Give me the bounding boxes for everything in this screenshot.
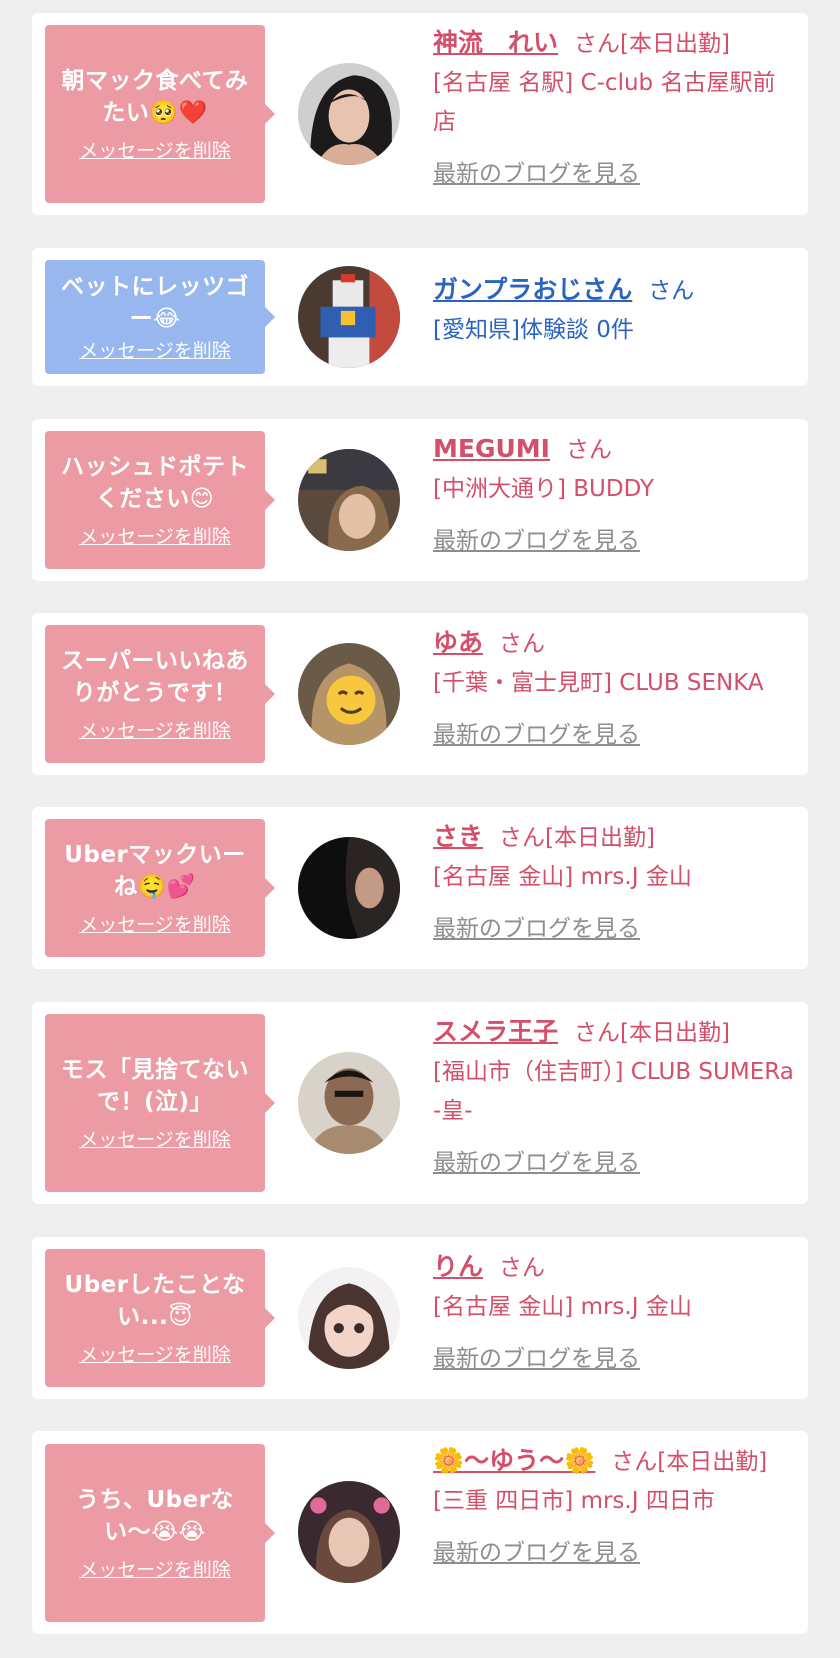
avatar[interactable] [298, 1052, 400, 1154]
list-item: うち、Uberない〜😭😭 メッセージを削除 🌼〜ゆう〜🌼 さん[本日出勤] [三重… [32, 1431, 808, 1634]
message-bubble: ハッシュドポテトください😊 メッセージを削除 [45, 431, 275, 569]
shop-text: [三重 四日市] mrs.J 四日市 [433, 1488, 715, 1514]
woman-dark-hair-avatar [298, 63, 400, 165]
blog-link[interactable]: 最新のブログを見る [433, 1144, 795, 1183]
message-bubble: 朝マック食べてみたい🥺❤️ メッセージを削除 [45, 25, 275, 203]
list-item: 朝マック食べてみたい🥺❤️ メッセージを削除 神流 れい さん[本日出勤] [名古… [32, 13, 808, 215]
message-text: ハッシュドポテトください😊 [61, 454, 249, 512]
delete-message-link[interactable]: メッセージを削除 [79, 913, 231, 937]
avatar[interactable] [298, 449, 400, 551]
profile-info: りん さん [名古屋 金山] mrs.J 金山 最新のブログを見る [433, 1247, 795, 1379]
shop-text: [名古屋 名駅] C-club 名古屋駅前店 [433, 70, 776, 135]
name-suffix: さん [648, 278, 695, 304]
profile-name-link[interactable]: ゆあ [433, 628, 483, 657]
name-suffix: さん[本日出勤] [611, 1449, 768, 1475]
blog-link[interactable]: 最新のブログを見る [433, 155, 795, 194]
smiley-face-avatar [298, 643, 400, 745]
delete-message-link[interactable]: メッセージを削除 [79, 1558, 231, 1582]
avatar[interactable] [298, 643, 400, 745]
shop-text: [愛知県]体験談 0件 [433, 317, 634, 343]
profile-info: ガンプラおじさん さん [愛知県]体験談 0件 [433, 270, 795, 350]
list-item: モス「見捨てないで！(泣)」 メッセージを削除 スメラ王子 さん[本日出勤] [福… [32, 1002, 808, 1204]
profile-info: ゆあ さん [千葉・富士見町] CLUB SENKA 最新のブログを見る [433, 623, 795, 755]
shop-text: [中洲大通り] BUDDY [433, 476, 655, 502]
message-bubble: スーパーいいねありがとうです！ メッセージを削除 [45, 625, 275, 763]
avatar[interactable] [298, 266, 400, 368]
name-suffix: さん[本日出勤] [499, 825, 655, 851]
list-item: スーパーいいねありがとうです！ メッセージを削除 ゆあ さん [千葉・富士見町] … [32, 613, 808, 775]
dark-profile-avatar [298, 837, 400, 939]
name-suffix: さん [499, 631, 546, 657]
profile-info: 神流 れい さん[本日出勤] [名古屋 名駅] C-club 名古屋駅前店 最新の… [433, 23, 795, 194]
shop-text: [福山市（住吉町）] CLUB SUMERa -皇- [433, 1059, 794, 1124]
blog-link[interactable]: 最新のブログを見る [433, 910, 795, 949]
avatar[interactable] [298, 63, 400, 165]
shop-text: [名古屋 金山] mrs.J 金山 [433, 1294, 692, 1320]
robot-figure-avatar [298, 266, 400, 368]
woman-bangs-avatar [298, 1267, 400, 1369]
blog-link[interactable]: 最新のブログを見る [433, 522, 795, 561]
shop-text: [千葉・富士見町] CLUB SENKA [433, 670, 764, 696]
delete-message-link[interactable]: メッセージを削除 [79, 719, 231, 743]
list-item: Uberマックいーね🤤💕 メッセージを削除 さき さん[本日出勤] [名古屋 金山… [32, 807, 808, 969]
message-text: スーパーいいねありがとうです！ [61, 648, 249, 706]
message-text: ベットにレッツゴー😂 [61, 274, 249, 332]
samurai-figure-avatar [298, 1052, 400, 1154]
profile-name-link[interactable]: りん [433, 1252, 483, 1281]
profile-name-link[interactable]: スメラ王子 [433, 1017, 558, 1046]
message-text: モス「見捨てないで！(泣)」 [61, 1057, 249, 1115]
blog-link[interactable]: 最新のブログを見る [433, 1340, 795, 1379]
delete-message-link[interactable]: メッセージを削除 [79, 1128, 231, 1152]
name-suffix: さん [565, 437, 612, 463]
delete-message-link[interactable]: メッセージを削除 [79, 1343, 231, 1367]
profile-name-link[interactable]: さき [433, 822, 483, 851]
list-item: Uberしたことない...😇 メッセージを削除 りん さん [名古屋 金山] mr… [32, 1237, 808, 1399]
message-text: Uberしたことない...😇 [64, 1272, 246, 1330]
list-item: ベットにレッツゴー😂 メッセージを削除 ガンプラおじさん さん [愛知県]体験談 … [32, 248, 808, 386]
blog-link[interactable]: 最新のブログを見る [433, 1534, 795, 1573]
name-suffix: さん[本日出勤] [574, 1020, 730, 1046]
delete-message-link[interactable]: メッセージを削除 [79, 139, 231, 163]
delete-message-link[interactable]: メッセージを削除 [79, 339, 231, 363]
name-suffix: さん [499, 1255, 546, 1281]
profile-name-link[interactable]: MEGUMI [433, 434, 550, 463]
profile-info: 🌼〜ゆう〜🌼 さん[本日出勤] [三重 四日市] mrs.J 四日市 最新のブログ… [433, 1441, 795, 1573]
avatar[interactable] [298, 1481, 400, 1583]
list-item: ハッシュドポテトください😊 メッセージを削除 MEGUMI さん [中洲大通り] … [32, 419, 808, 581]
woman-selfie-avatar [298, 449, 400, 551]
message-bubble: モス「見捨てないで！(泣)」 メッセージを削除 [45, 1014, 275, 1192]
avatar[interactable] [298, 837, 400, 939]
message-text: 朝マック食べてみたい🥺❤️ [61, 68, 249, 126]
name-suffix: さん[本日出勤] [574, 31, 730, 57]
profile-name-link[interactable]: 🌼〜ゆう〜🌼 [433, 1446, 595, 1475]
profile-name-link[interactable]: ガンプラおじさん [433, 275, 632, 304]
shop-text: [名古屋 金山] mrs.J 金山 [433, 864, 692, 890]
message-list: 朝マック食べてみたい🥺❤️ メッセージを削除 神流 れい さん[本日出勤] [名古… [0, 0, 840, 1658]
message-bubble: うち、Uberない〜😭😭 メッセージを削除 [45, 1444, 275, 1622]
profile-info: スメラ王子 さん[本日出勤] [福山市（住吉町）] CLUB SUMERa -皇-… [433, 1012, 795, 1183]
woman-filter-avatar [298, 1481, 400, 1583]
profile-info: MEGUMI さん [中洲大通り] BUDDY 最新のブログを見る [433, 429, 795, 561]
blog-link[interactable]: 最新のブログを見る [433, 716, 795, 755]
delete-message-link[interactable]: メッセージを削除 [79, 525, 231, 549]
message-bubble: Uberマックいーね🤤💕 メッセージを削除 [45, 819, 275, 957]
message-text: うち、Uberない〜😭😭 [75, 1487, 235, 1545]
message-text: Uberマックいーね🤤💕 [64, 842, 246, 900]
profile-name-link[interactable]: 神流 れい [433, 28, 558, 57]
message-bubble: ベットにレッツゴー😂 メッセージを削除 [45, 260, 275, 374]
message-bubble: Uberしたことない...😇 メッセージを削除 [45, 1249, 275, 1387]
avatar[interactable] [298, 1267, 400, 1369]
profile-info: さき さん[本日出勤] [名古屋 金山] mrs.J 金山 最新のブログを見る [433, 817, 795, 949]
